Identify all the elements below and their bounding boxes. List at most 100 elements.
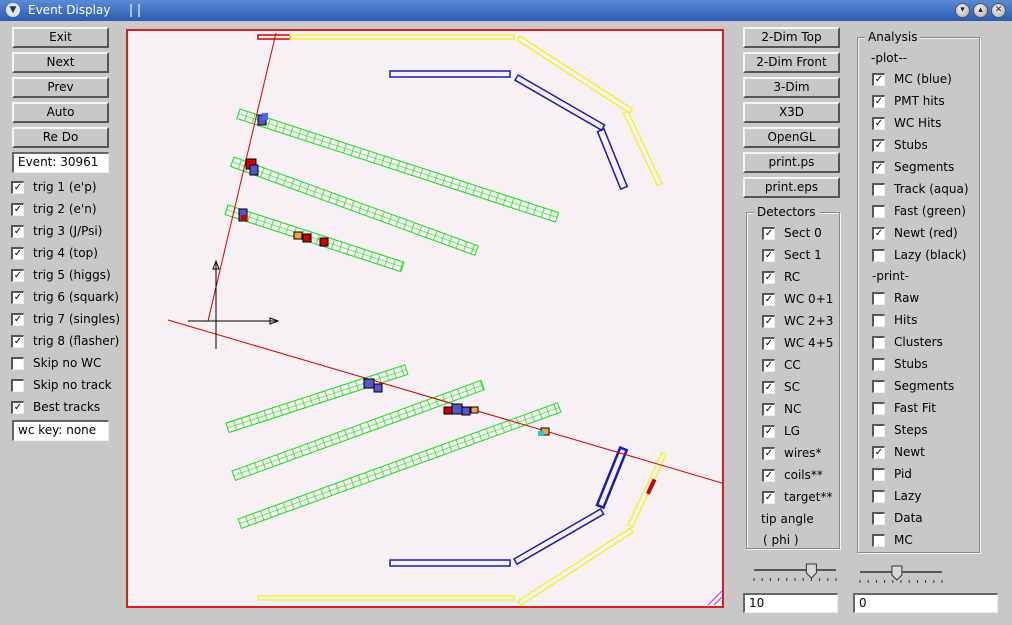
trigger-row[interactable]: ✓ Best tracks <box>11 397 100 417</box>
print-row[interactable]: Stubs <box>872 354 928 374</box>
trigger-row[interactable]: ✓ trig 3 (J/Psi) <box>11 221 102 241</box>
print-row[interactable]: Data <box>872 508 923 528</box>
print-row[interactable]: Steps <box>872 420 928 440</box>
detector-row[interactable]: ✓ coils** <box>762 465 823 485</box>
plot-row[interactable]: Track (aqua) <box>872 179 969 199</box>
trigger-row[interactable]: ✓ trig 4 (top) <box>11 243 98 263</box>
plot-checkbox[interactable]: ✓ <box>872 160 885 174</box>
next-button[interactable]: Next <box>12 52 109 73</box>
trigger-row[interactable]: ✓ trig 2 (e'n) <box>11 199 97 219</box>
plot-row[interactable]: ✓ Segments <box>872 157 954 177</box>
trigger-checkbox[interactable]: ✓ <box>11 290 24 304</box>
detector-row[interactable]: ✓ WC 0+1 <box>762 289 833 309</box>
window-menu-icon[interactable]: ▼ <box>6 3 20 17</box>
plot-checkbox[interactable]: ✓ <box>872 226 885 240</box>
print-checkbox[interactable] <box>872 401 885 415</box>
opengl-button[interactable]: OpenGL <box>743 127 840 148</box>
detector-row[interactable]: ✓ WC 4+5 <box>762 333 833 353</box>
detector-checkbox[interactable]: ✓ <box>762 292 775 306</box>
trigger-checkbox[interactable]: ✓ <box>11 180 24 194</box>
print-checkbox[interactable] <box>872 357 885 371</box>
print-eps-button[interactable]: print.eps <box>743 177 840 198</box>
print-checkbox[interactable] <box>872 533 885 547</box>
detector-checkbox[interactable]: ✓ <box>762 468 775 482</box>
trigger-checkbox[interactable] <box>11 378 24 392</box>
print-checkbox[interactable] <box>872 423 885 437</box>
redo-button[interactable]: Re Do <box>12 127 109 148</box>
wc-key-field[interactable]: wc key: none <box>12 420 109 441</box>
print-checkbox[interactable] <box>872 313 885 327</box>
print-row[interactable]: Segments <box>872 376 954 396</box>
detector-row[interactable]: ✓ LG <box>762 421 800 441</box>
tip-angle-field[interactable]: 10 <box>743 593 838 613</box>
plot-checkbox[interactable]: ✓ <box>872 138 885 152</box>
detector-row[interactable]: ✓ Sect 1 <box>762 245 822 265</box>
print-checkbox[interactable] <box>872 511 885 525</box>
trigger-row[interactable]: ✓ trig 1 (e'p) <box>11 177 97 197</box>
print-row[interactable]: Raw <box>872 288 919 308</box>
trigger-checkbox[interactable]: ✓ <box>11 334 24 348</box>
tip-angle-slider[interactable] <box>752 560 838 586</box>
title-bar[interactable]: ▼ Event Display ▾ ▴ ✕ <box>0 0 1012 21</box>
print-checkbox[interactable] <box>872 335 885 349</box>
detector-checkbox[interactable]: ✓ <box>762 380 775 394</box>
print-row[interactable]: ✓ Newt <box>872 442 925 462</box>
2dim-top-button[interactable]: 2-Dim Top <box>743 27 840 48</box>
print-checkbox[interactable] <box>872 291 885 305</box>
plot-row[interactable]: ✓ Stubs <box>872 135 928 155</box>
plot-row[interactable]: ✓ WC Hits <box>872 113 941 133</box>
close-icon[interactable]: ✕ <box>991 3 1006 18</box>
detector-row[interactable]: ✓ SC <box>762 377 800 397</box>
print-row[interactable]: Pid <box>872 464 912 484</box>
exit-button[interactable]: Exit <box>12 27 109 48</box>
trigger-row[interactable]: Skip no track <box>11 375 112 395</box>
trigger-checkbox[interactable]: ✓ <box>11 400 24 414</box>
event-display-canvas[interactable] <box>126 29 724 608</box>
detector-row[interactable]: ✓ wires* <box>762 443 821 463</box>
3dim-button[interactable]: 3-Dim <box>743 77 840 98</box>
plot-row[interactable]: Lazy (black) <box>872 245 966 265</box>
print-row[interactable]: Clusters <box>872 332 943 352</box>
2dim-front-button[interactable]: 2-Dim Front <box>743 52 840 73</box>
plot-checkbox[interactable] <box>872 182 885 196</box>
detector-checkbox[interactable]: ✓ <box>762 490 775 504</box>
detector-checkbox[interactable]: ✓ <box>762 226 775 240</box>
print-ps-button[interactable]: print.ps <box>743 152 840 173</box>
print-checkbox[interactable] <box>872 379 885 393</box>
phi-slider[interactable] <box>858 564 944 586</box>
detector-row[interactable]: ✓ NC <box>762 399 801 419</box>
detector-checkbox[interactable]: ✓ <box>762 424 775 438</box>
plot-checkbox[interactable] <box>872 204 885 218</box>
trigger-row[interactable]: ✓ trig 5 (higgs) <box>11 265 111 285</box>
plot-checkbox[interactable]: ✓ <box>872 116 885 130</box>
plot-row[interactable]: ✓ PMT hits <box>872 91 945 111</box>
detector-checkbox[interactable]: ✓ <box>762 248 775 262</box>
detector-row[interactable]: ✓ CC <box>762 355 801 375</box>
detector-row[interactable]: ✓ Sect 0 <box>762 223 822 243</box>
detector-checkbox[interactable]: ✓ <box>762 446 775 460</box>
detector-checkbox[interactable]: ✓ <box>762 336 775 350</box>
detector-checkbox[interactable]: ✓ <box>762 358 775 372</box>
trigger-checkbox[interactable]: ✓ <box>11 268 24 282</box>
trigger-row[interactable]: ✓ trig 6 (squark) <box>11 287 119 307</box>
x3d-button[interactable]: X3D <box>743 102 840 123</box>
trigger-row[interactable]: Skip no WC <box>11 353 101 373</box>
print-row[interactable]: MC <box>872 530 913 550</box>
detector-row[interactable]: ✓ target** <box>762 487 833 507</box>
event-field[interactable]: Event: 30961 <box>12 152 109 173</box>
minimize-icon[interactable]: ▾ <box>955 3 970 18</box>
print-row[interactable]: Lazy <box>872 486 921 506</box>
print-checkbox[interactable] <box>872 489 885 503</box>
plot-checkbox[interactable]: ✓ <box>872 72 885 86</box>
detector-checkbox[interactable]: ✓ <box>762 270 775 284</box>
plot-row[interactable]: ✓ MC (blue) <box>872 69 952 89</box>
phi-field[interactable]: 0 <box>853 593 998 613</box>
plot-checkbox[interactable]: ✓ <box>872 94 885 108</box>
print-row[interactable]: Fast Fit <box>872 398 936 418</box>
auto-button[interactable]: Auto <box>12 102 109 123</box>
trigger-checkbox[interactable]: ✓ <box>11 202 24 216</box>
prev-button[interactable]: Prev <box>12 77 109 98</box>
detector-row[interactable]: ✓ WC 2+3 <box>762 311 833 331</box>
print-checkbox[interactable] <box>872 467 885 481</box>
trigger-checkbox[interactable] <box>11 356 24 370</box>
